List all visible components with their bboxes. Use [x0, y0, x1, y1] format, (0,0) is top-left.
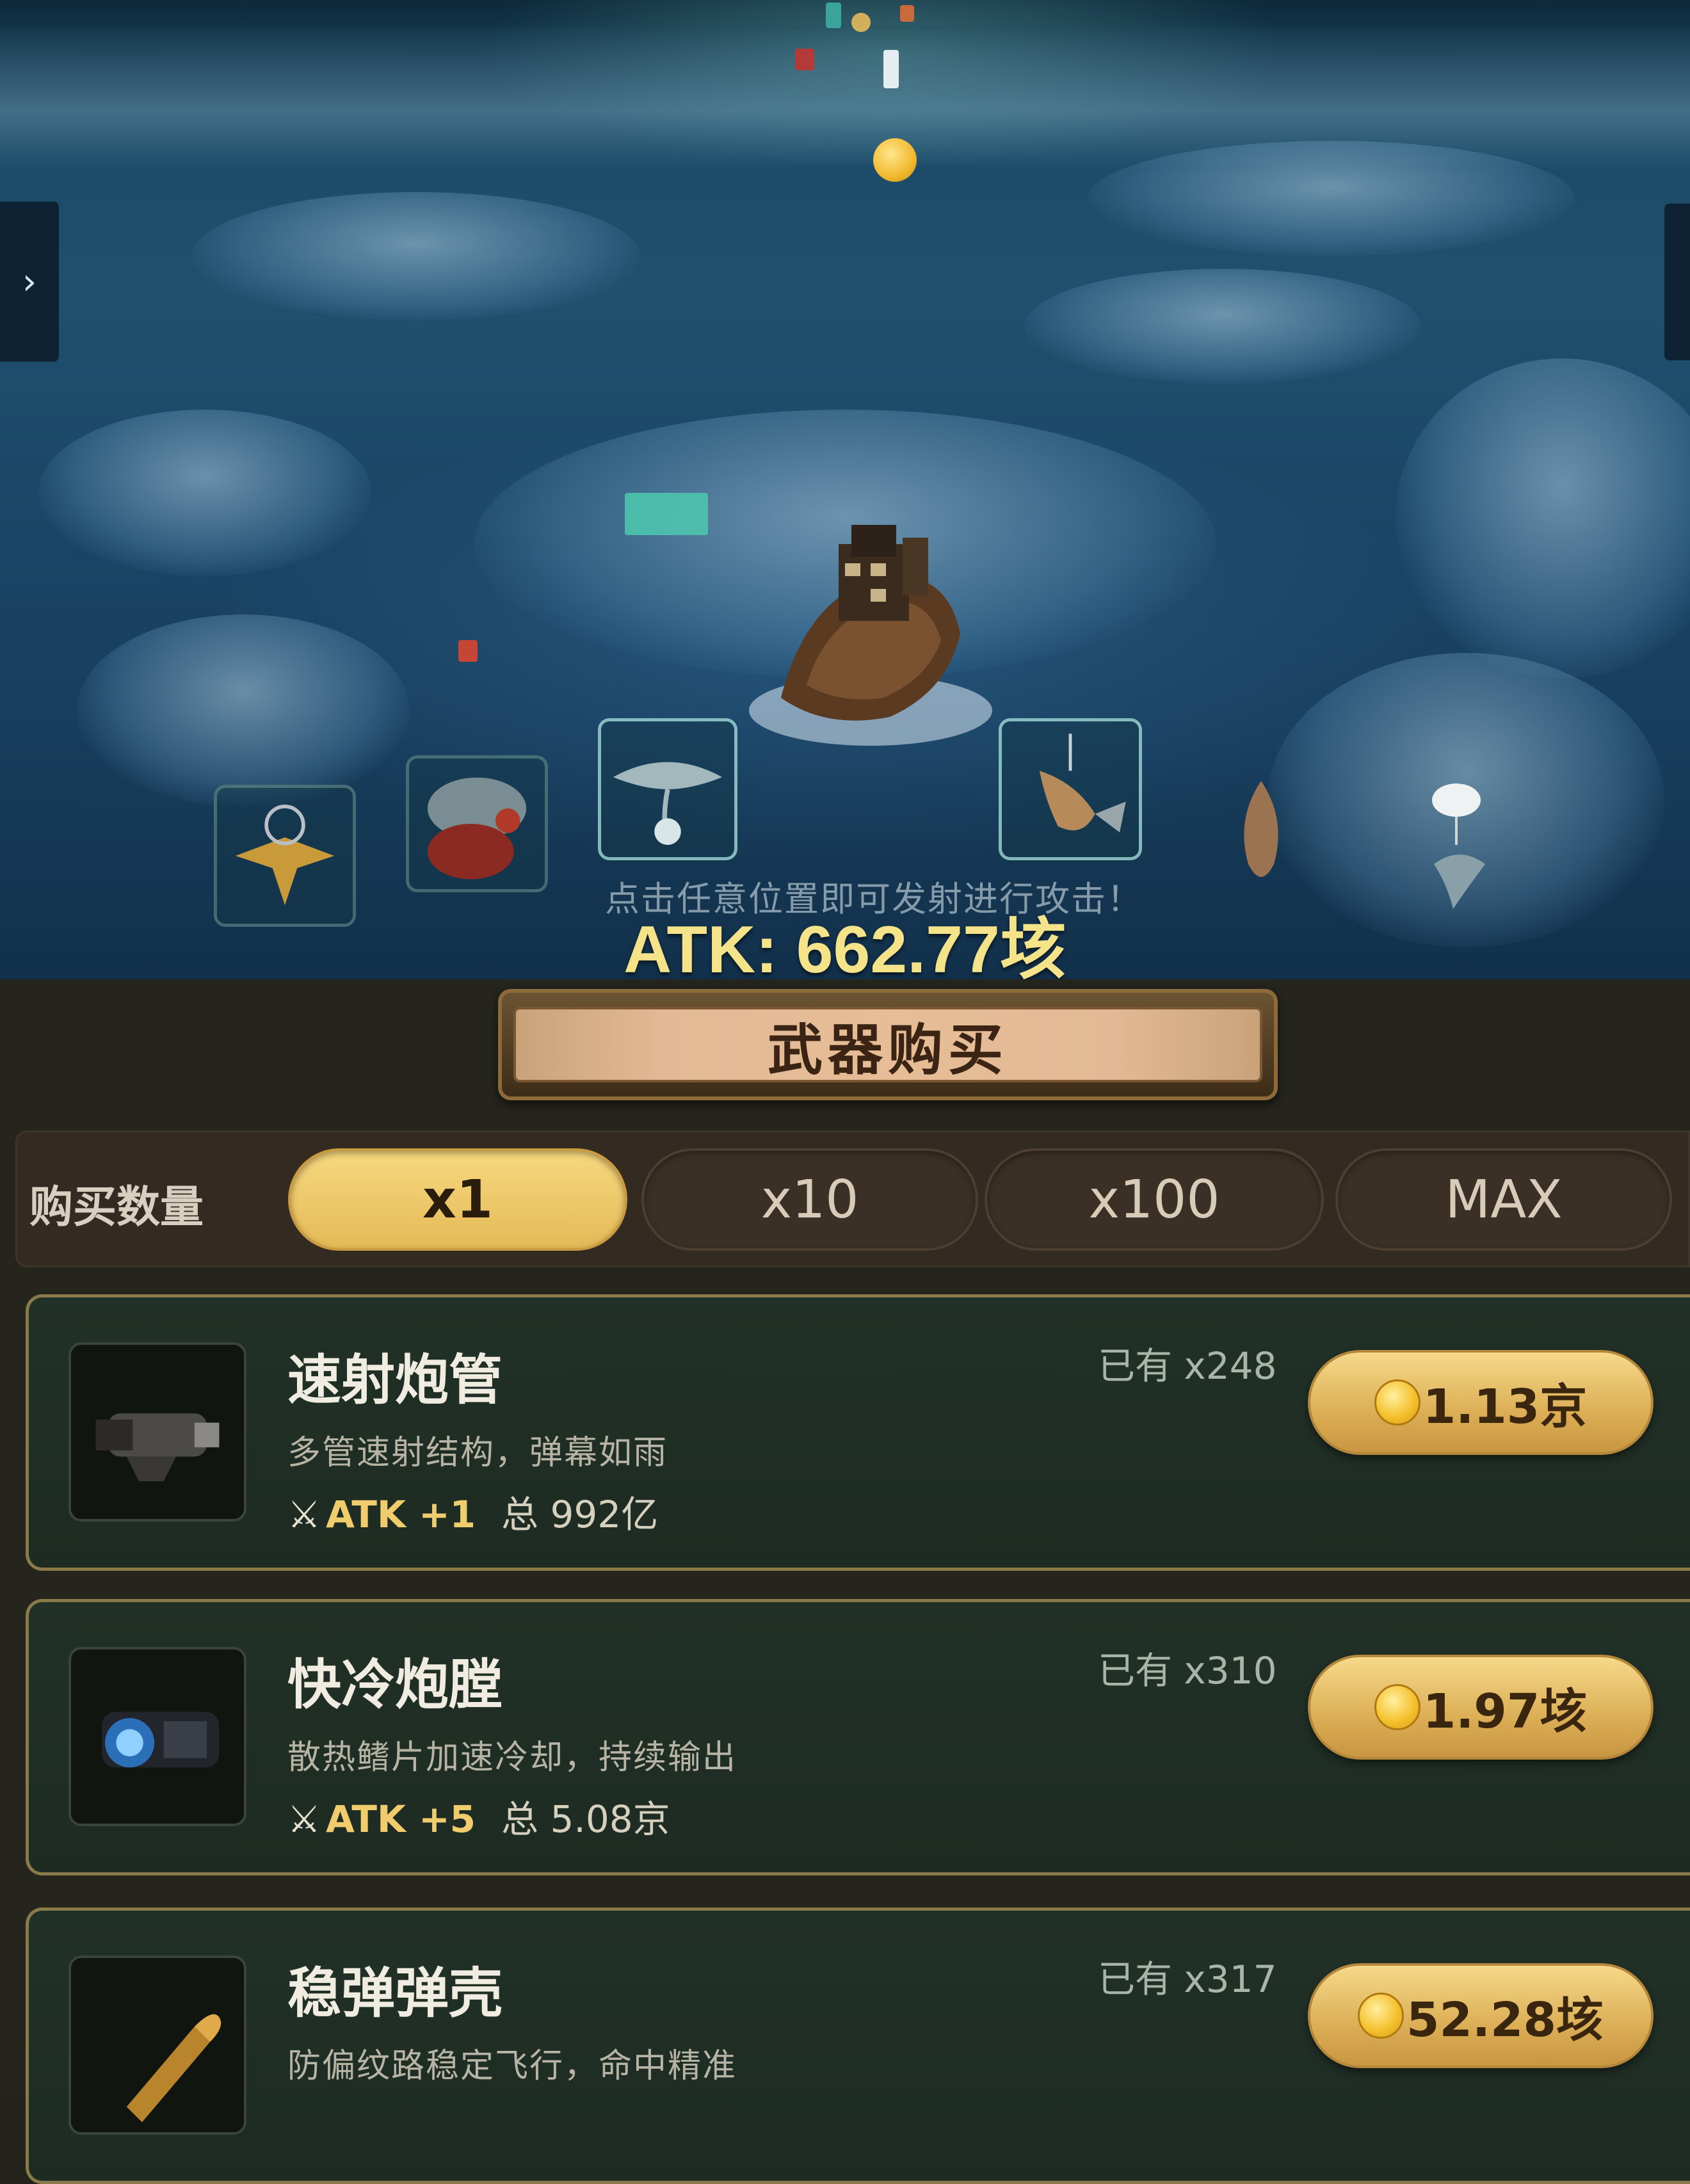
- ice-floe: [1396, 358, 1690, 678]
- projectile: [851, 13, 871, 32]
- projectile: [795, 49, 814, 70]
- title-parchment: 武器购买: [513, 1007, 1262, 1082]
- atk-total: 总 5.08京: [501, 1797, 670, 1841]
- coin-icon: [1374, 1379, 1420, 1425]
- ice-floe: [1088, 141, 1575, 256]
- monster-card-beast[interactable]: [406, 755, 548, 892]
- projectile: [458, 640, 478, 662]
- quantity-label: 购买数量: [29, 1182, 204, 1233]
- bullet-shell-icon: [68, 1955, 246, 2135]
- cooling-chamber-icon: [68, 1647, 246, 1826]
- price-label: 1.13京: [1422, 1379, 1588, 1434]
- crossed-swords-icon: ⚔: [287, 1797, 321, 1841]
- projectile: [625, 493, 708, 535]
- item-stats: ⚔ ATK +1 总 992亿: [287, 1484, 658, 1538]
- quantity-max-button[interactable]: MAX: [1335, 1148, 1672, 1251]
- item-stats: ⚔ ATK +5 总 5.08京: [287, 1789, 670, 1843]
- quantity-x10-button[interactable]: x10: [641, 1148, 978, 1251]
- crossed-swords-icon: ⚔: [287, 1493, 321, 1536]
- coin-drop-icon: [873, 138, 917, 182]
- price-label: 1.97垓: [1422, 1683, 1588, 1739]
- beast-monster-icon: [427, 777, 527, 879]
- manta-ray-icon: [613, 762, 723, 845]
- chevron-right-icon: ›: [22, 261, 37, 303]
- quantity-x100-button[interactable]: x100: [985, 1148, 1324, 1251]
- quantity-x1-button[interactable]: x1: [288, 1148, 627, 1251]
- ice-floe: [77, 614, 410, 807]
- ice-floe: [1024, 269, 1421, 384]
- shop-item-cooling-chamber: 快冷炮膛 散热鳍片加速冷却，持续输出 ⚔ ATK +5 总 5.08京 已有 x31…: [26, 1599, 1690, 1875]
- item-name: 快冷炮膛: [287, 1653, 503, 1716]
- atk-total: 总 992亿: [501, 1493, 659, 1536]
- buy-button[interactable]: 1.97垓: [1308, 1655, 1654, 1760]
- item-description: 散热鳍片加速冷却，持续输出: [287, 1738, 737, 1777]
- coin-icon: [1357, 1993, 1404, 2039]
- monster-card-fish[interactable]: [999, 718, 1142, 860]
- coin-icon: [1374, 1684, 1420, 1730]
- item-description: 防偏纹路稳定飞行，命中精准: [287, 2047, 737, 2085]
- ice-floe: [38, 410, 371, 576]
- sea-creature: [1244, 781, 1278, 877]
- monster-card-manta[interactable]: [598, 718, 737, 860]
- buy-button[interactable]: 52.28垓: [1308, 1963, 1654, 2068]
- buy-button[interactable]: 1.13京: [1308, 1350, 1654, 1455]
- game-scene[interactable]: › 点击任意位置即可发射进行攻击！ ATK: 662.77垓: [0, 0, 1690, 979]
- ice-floe: [192, 192, 640, 320]
- shop-item-stable-shell: 稳弹弹壳 防偏纹路稳定飞行，命中精准 已有 x317 52.28垓: [26, 1907, 1690, 2184]
- shop-item-rapid-barrel: 速射炮管 多管速射结构，弹幕如雨 ⚔ ATK +1 总 992亿 已有 x248 1…: [26, 1294, 1690, 1571]
- item-name: 稳弹弹壳: [287, 1962, 503, 2025]
- owned-count: 已有 x248: [1098, 1344, 1277, 1388]
- cannon-barrel-icon: [68, 1342, 246, 1522]
- atk-bonus: ATK +1: [326, 1493, 476, 1536]
- item-description: 多管速射结构，弹幕如雨: [287, 1434, 668, 1472]
- projectile: [826, 3, 841, 28]
- ice-horizon: [0, 26, 1690, 166]
- owned-count: 已有 x317: [1098, 1957, 1277, 2001]
- player-ship: [749, 525, 992, 746]
- atk-value: ATK: 662.77垓: [624, 913, 1066, 979]
- shop-title-plate: 武器购买: [498, 989, 1278, 1100]
- shop-title: 武器购买: [768, 1018, 1008, 1082]
- projectile: [900, 5, 914, 22]
- price-label: 52.28垓: [1406, 1992, 1604, 2048]
- side-panel-toggle[interactable]: ›: [0, 202, 59, 362]
- owned-count: 已有 x310: [1098, 1649, 1277, 1692]
- fish-monster-icon: [1039, 734, 1126, 833]
- item-name: 速射炮管: [287, 1349, 503, 1411]
- right-side-tab[interactable]: [1664, 204, 1690, 360]
- atk-bonus: ATK +5: [326, 1797, 476, 1841]
- projectile: [883, 50, 899, 88]
